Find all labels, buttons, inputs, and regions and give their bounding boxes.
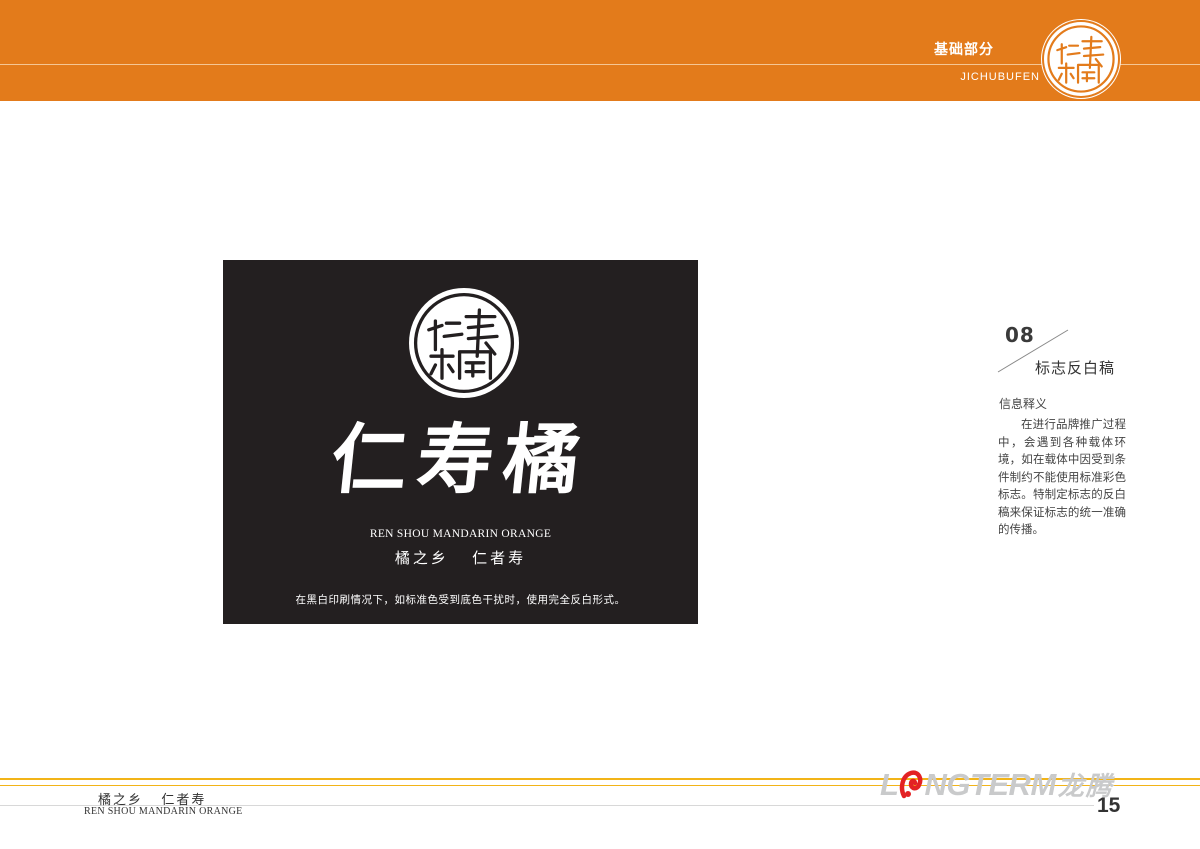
company-logo-suffix: NGTERM xyxy=(924,767,1056,802)
red-dragon-mark-icon xyxy=(899,770,923,800)
seal-logo-icon xyxy=(409,288,519,398)
info-heading: 信息释义 xyxy=(999,397,1048,411)
header-band: 基础部分 JICHUBUFEN xyxy=(0,0,1200,101)
brand-name-english: REN SHOU MANDARIN ORANGE xyxy=(369,528,552,540)
section-title: 基础部分 xyxy=(934,42,994,58)
panel-usage-note: 在黑白印刷情况下，如标准色受到底色干扰时，使用完全反白形式。 xyxy=(295,594,626,606)
seal-logo-icon xyxy=(1044,22,1118,96)
company-logo: L NGTERM龙腾 xyxy=(880,767,1114,803)
page-number: 15 xyxy=(1097,794,1121,817)
section-subtitle: JICHUBUFEN xyxy=(960,71,1040,83)
brand-slogan: 橘之乡 仁者寿 xyxy=(394,549,527,567)
item-title: 标志反白稿 xyxy=(1035,359,1116,377)
info-body: 在进行品牌推广过程中，会遇到各种载体环境，如在载体中因受到条件制约不能使用标准彩… xyxy=(998,417,1126,536)
company-logo-prefix: L xyxy=(880,767,899,802)
footer-slogan-english: REN SHOU MANDARIN ORANGE xyxy=(84,806,243,817)
logo-reverse-panel: 仁寿橘 REN SHOU MANDARIN ORANGE 橘之乡 仁者寿 在黑白… xyxy=(223,260,698,624)
brand-name: 仁寿橘 xyxy=(326,415,595,504)
header-divider xyxy=(0,64,1200,65)
